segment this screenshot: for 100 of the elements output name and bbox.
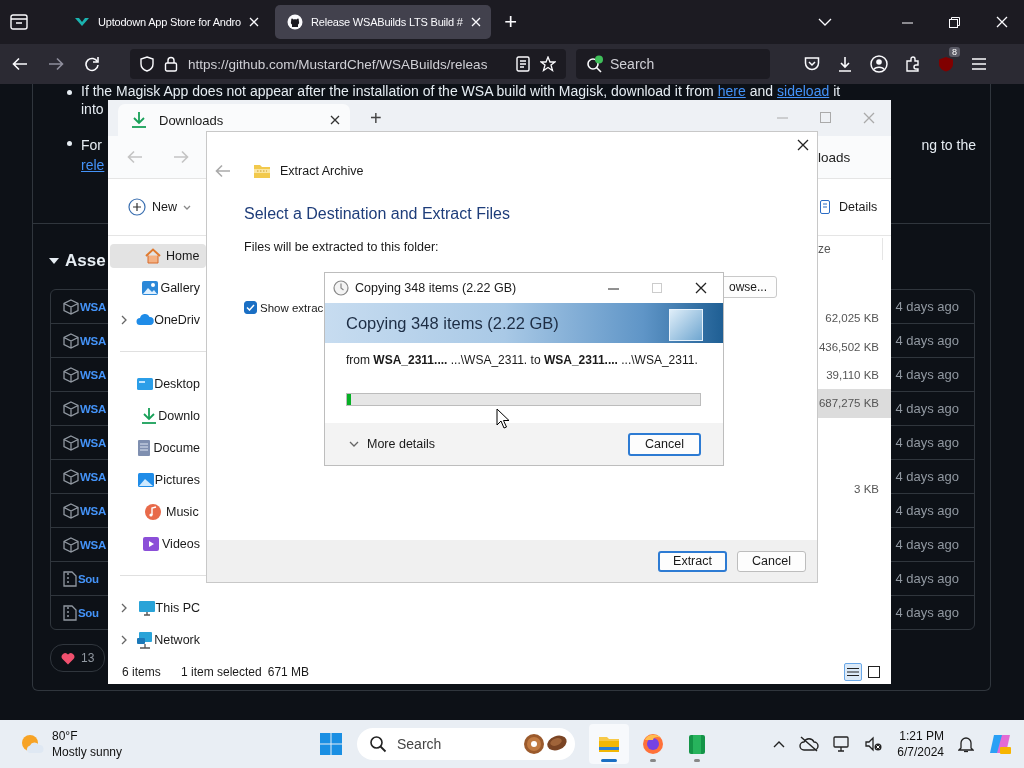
sidebar-item[interactable]: Network xyxy=(110,624,206,656)
asset-link[interactable]: WSA xyxy=(80,368,106,381)
link[interactable]: here xyxy=(717,84,746,99)
taskbar-search-field[interactable]: Search xyxy=(357,728,575,760)
star-icon[interactable] xyxy=(540,56,556,72)
sidebar-item[interactable]: Home xyxy=(110,244,206,268)
asset-link[interactable]: WSA xyxy=(80,402,106,415)
chevron-right-icon[interactable] xyxy=(121,603,127,613)
details-view-button[interactable] xyxy=(844,663,862,681)
shield-icon[interactable] xyxy=(140,56,154,72)
forward-icon[interactable] xyxy=(48,56,64,72)
tiles-view-button[interactable] xyxy=(865,663,883,681)
sidebar-item[interactable]: Music xyxy=(110,496,206,528)
browse-button[interactable]: owse... xyxy=(721,276,777,298)
heart-icon xyxy=(61,651,75,665)
asset-link[interactable]: WSA xyxy=(80,504,106,517)
bell-icon[interactable] xyxy=(958,735,974,753)
video-icon xyxy=(141,535,160,553)
weather-condition: Mostly sunny xyxy=(52,744,123,760)
cancel-button[interactable]: Cancel xyxy=(737,550,806,572)
new-tab-button[interactable]: + xyxy=(370,106,382,130)
taskbar-app-button[interactable] xyxy=(589,724,629,764)
search-icon xyxy=(586,55,604,73)
chevron-up-icon[interactable] xyxy=(773,740,786,748)
add-icon xyxy=(128,198,146,216)
download-icon[interactable] xyxy=(837,56,853,72)
file-size: 687,275 KB xyxy=(818,397,879,410)
home-icon xyxy=(144,247,162,265)
asset-link[interactable]: Sou xyxy=(78,606,99,619)
clock[interactable]: 1:21 PM 6/7/2024 xyxy=(897,728,944,760)
asset-link[interactable]: WSA xyxy=(80,436,106,449)
address-text[interactable]: loads xyxy=(818,149,851,165)
new-tab-button[interactable]: + xyxy=(496,9,525,35)
selection-count: 1 item selected xyxy=(181,665,262,679)
reader-icon[interactable] xyxy=(516,56,530,72)
dialog-heading: Select a Destination and Extract Files xyxy=(244,205,511,223)
zip-file-icon xyxy=(63,604,77,621)
link[interactable]: sideload xyxy=(777,84,830,99)
sidebar-item[interactable]: Gallery xyxy=(110,272,206,304)
sidebar-item[interactable]: This PC xyxy=(110,592,206,624)
close-icon[interactable] xyxy=(797,139,809,151)
account-icon[interactable] xyxy=(870,55,888,73)
tile-view-icon xyxy=(868,666,880,678)
link[interactable]: rele xyxy=(81,155,105,175)
bullet-icon xyxy=(67,90,72,95)
tab-list-icon[interactable] xyxy=(10,14,28,30)
paragraph-text: ng to the xyxy=(921,136,976,155)
asset-link[interactable]: Sou xyxy=(78,572,99,585)
checkbox[interactable] xyxy=(244,301,257,314)
column-header[interactable]: ze xyxy=(818,242,831,256)
explorer-tab[interactable]: Downloads xyxy=(118,104,350,136)
network-icon xyxy=(136,631,155,649)
list-view-icon xyxy=(847,667,859,677)
cloud-offline-icon[interactable] xyxy=(799,736,820,752)
extract-button[interactable]: Extract xyxy=(658,550,727,572)
lock-icon[interactable] xyxy=(164,56,178,72)
asset-date: 4 days ago xyxy=(895,333,959,348)
asset-date: 4 days ago xyxy=(895,299,959,314)
asset-date: 4 days ago xyxy=(895,571,959,586)
sidebar-item[interactable]: Docume xyxy=(110,432,206,464)
pocket-icon[interactable] xyxy=(804,56,820,72)
asset-link[interactable]: WSA xyxy=(80,538,106,551)
sidebar-item[interactable]: Videos xyxy=(110,528,206,560)
asset-date: 4 days ago xyxy=(895,605,959,620)
windows-start-icon[interactable] xyxy=(320,733,342,755)
disclosure-triangle-icon[interactable] xyxy=(49,256,59,266)
asset-link[interactable]: WSA xyxy=(80,334,106,347)
chevron-right-icon[interactable] xyxy=(121,315,127,325)
volume-muted-icon[interactable] xyxy=(865,736,884,752)
browser-tab[interactable]: Uptodown App Store for Andro xyxy=(62,5,269,39)
network-icon[interactable] xyxy=(833,736,852,752)
sidebar-item[interactable]: Pictures xyxy=(110,464,206,496)
close-icon[interactable] xyxy=(695,282,707,294)
sidebar-item[interactable]: OneDriv xyxy=(110,304,206,336)
address-field[interactable]: https://github.com/MustardChef/WSABuilds/releas xyxy=(130,49,566,79)
menu-icon[interactable] xyxy=(971,57,987,71)
details-button[interactable]: Details xyxy=(839,200,878,214)
restore-icon[interactable] xyxy=(949,16,960,28)
search-field[interactable]: Search xyxy=(576,49,770,79)
asset-date: 4 days ago xyxy=(895,401,959,416)
sidebar-item[interactable]: Desktop xyxy=(110,368,206,400)
extensions-icon[interactable] xyxy=(905,56,921,72)
chevron-right-icon[interactable] xyxy=(121,635,127,645)
details-pane-icon[interactable] xyxy=(820,200,830,214)
download-icon xyxy=(131,111,147,129)
asset-link[interactable]: WSA xyxy=(80,300,106,313)
zip-folder-icon xyxy=(253,163,271,179)
reaction-button[interactable]: 13 xyxy=(50,644,106,672)
asset-link[interactable]: WSA xyxy=(80,470,106,483)
banner-decoration xyxy=(669,309,703,341)
close-icon[interactable] xyxy=(330,115,340,125)
copilot-icon[interactable] xyxy=(988,732,1012,756)
notification-badge: 8 xyxy=(949,47,960,57)
browser-tab[interactable]: Release WSABuilds LTS Build # xyxy=(275,5,491,39)
new-button[interactable]: New xyxy=(152,200,177,214)
more-details-button[interactable]: More details xyxy=(367,437,436,451)
window-title: Copying 348 items (2.22 GB) xyxy=(355,281,517,295)
sidebar-item[interactable]: Downlo xyxy=(110,400,206,432)
cancel-button[interactable]: Cancel xyxy=(628,432,701,456)
reload-icon[interactable] xyxy=(84,56,100,72)
